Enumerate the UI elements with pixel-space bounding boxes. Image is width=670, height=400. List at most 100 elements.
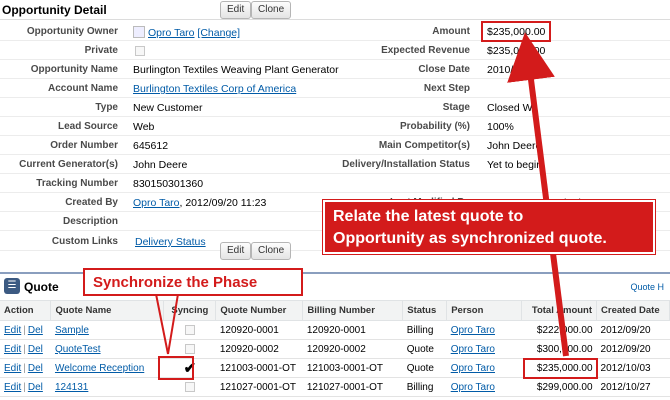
detail-row: Private Expected Revenue $235,000.00 (0, 41, 670, 60)
detail-row: Opportunity Owner Opro Taro [Change] Amoun… (0, 22, 670, 41)
detail-row: Tracking Number 830150301360 (0, 174, 670, 193)
field-value: Closed W (487, 102, 533, 114)
field-label: Opportunity Name (30, 64, 118, 75)
column-header[interactable]: Quote Number (215, 300, 304, 321)
action-separator: | (23, 362, 26, 374)
field-value: 645612 (133, 140, 169, 152)
created-date-cell: 2012/10/03 (596, 358, 670, 378)
created-by-link[interactable]: Opro Taro (133, 197, 180, 209)
person-cell: Opro Taro (446, 320, 522, 340)
column-header[interactable]: Quote Name (50, 300, 165, 321)
del-link[interactable]: Del (28, 363, 43, 374)
edit-link[interactable]: Edit (4, 363, 21, 374)
relate-callout: Relate the latest quote to Opportunity a… (323, 200, 655, 254)
person-cell: Opro Taro (446, 377, 522, 397)
quote-number-cell: 121027-0001-OT (215, 377, 303, 397)
field-label: Type (95, 102, 118, 113)
detail-row: Order Number 645612 Main Competitor(s) John… (0, 136, 670, 155)
delivery-status-link[interactable]: Delivery Status (135, 236, 206, 248)
field-label: Opportunity Owner (26, 26, 118, 37)
column-header[interactable]: Person (446, 300, 523, 321)
account-value: Burlington Textiles Corp of America (133, 83, 296, 95)
status-cell: Billing (402, 377, 447, 397)
field-label: Lead Source (57, 121, 118, 132)
sync-phase-callout: Synchronize the Phase (83, 268, 303, 296)
edit-link[interactable]: Edit (4, 382, 21, 393)
del-link[interactable]: Del (28, 344, 43, 355)
edit-button[interactable]: Edit (220, 1, 252, 19)
page-title: Opportunity Detail (2, 3, 107, 17)
table-row: Edit | Del 124131 121027-0001-OT 121027-0001-… (0, 377, 670, 397)
field-label: Custom Links (51, 236, 118, 247)
created-date-cell: 2012/09/20 (596, 320, 670, 340)
relate-callout-line1: Relate the latest quote to (333, 208, 524, 225)
action-separator: | (23, 343, 26, 355)
detail-row: Account Name Burlington Textiles Corp of … (0, 79, 670, 98)
field-label: Main Competitor(s) (378, 140, 470, 151)
action-separator: | (23, 381, 26, 393)
clone-button[interactable]: Clone (251, 1, 292, 19)
quote-name-cell: QuoteTest (50, 339, 164, 359)
column-header[interactable]: Created Date (596, 300, 670, 321)
column-header[interactable]: Status (402, 300, 448, 321)
field-value: Web (133, 121, 155, 133)
quote-name-link[interactable]: QuoteTest (55, 344, 101, 355)
field-value: $235,000.00 (487, 45, 546, 57)
sync-checkbox (184, 324, 195, 335)
person-link[interactable]: Opro Taro (451, 363, 495, 374)
billing-number-cell: 121003-0001-OT (302, 358, 403, 378)
syncing-highlight (158, 356, 194, 380)
edit-link[interactable]: Edit (4, 325, 21, 336)
person-link[interactable]: Opro Taro (451, 325, 495, 336)
clone-button-bottom[interactable]: Clone (251, 242, 292, 260)
sync-checkbox (184, 381, 195, 392)
status-cell: Billing (402, 320, 447, 340)
billing-number-cell: 120920-0002 (302, 339, 403, 359)
table-row: Edit | Del QuoteTest 120920-0002 120920-0002 Q… (0, 339, 670, 359)
quote-icon: ☰ (4, 278, 20, 294)
quote-number-cell: 120920-0001 (215, 320, 303, 340)
detail-header: Opportunity Detail Edit Clone (0, 0, 670, 20)
quote-help-link[interactable]: Quote H (630, 282, 664, 292)
quote-name-link[interactable]: 124131 (55, 382, 88, 393)
owner-value: Opro Taro [Change] (133, 26, 240, 39)
row-actions: Edit | Del (0, 358, 51, 378)
syncing-cell (163, 320, 216, 340)
change-owner-link[interactable]: [Change] (197, 27, 240, 39)
total-highlight (523, 358, 598, 379)
user-icon (133, 26, 145, 38)
del-link[interactable]: Del (28, 382, 43, 393)
billing-number-cell: 120920-0001 (302, 320, 403, 340)
quote-name-link[interactable]: Sample (55, 325, 89, 336)
private-checkbox (135, 46, 145, 56)
column-header[interactable]: Syncing (163, 300, 217, 321)
owner-link[interactable]: Opro Taro (148, 27, 195, 39)
edit-link[interactable]: Edit (4, 344, 21, 355)
field-value: John Deere (487, 140, 542, 152)
column-header[interactable]: Action (0, 300, 52, 321)
quote-name-link[interactable]: Welcome Reception (55, 363, 144, 374)
column-header[interactable]: Total Amount (521, 300, 598, 321)
account-link[interactable]: Burlington Textiles Corp of America (133, 83, 296, 95)
detail-row: Type New Customer Stage Closed W (0, 98, 670, 117)
column-header[interactable]: Billing Number (302, 300, 404, 321)
field-label: Close Date (418, 64, 470, 75)
del-link[interactable]: Del (28, 325, 43, 336)
person-link[interactable]: Opro Taro (451, 382, 495, 393)
table-row: Edit | Del Sample 120920-0001 120920-0001 Bill… (0, 320, 670, 340)
field-value: Yet to begin (487, 159, 543, 171)
field-label: Description (62, 216, 118, 227)
status-cell: Quote (402, 339, 447, 359)
field-label: Stage (442, 102, 470, 113)
field-label: Tracking Number (36, 178, 118, 189)
quote-name-cell: Welcome Reception (50, 358, 164, 378)
quote-name-cell: Sample (50, 320, 164, 340)
field-label: Order Number (50, 140, 118, 151)
quote-title: Quote (24, 280, 59, 294)
created-date-cell: 2012/09/20 (596, 339, 670, 359)
field-label: Next Step (423, 83, 470, 94)
quote-name-cell: 124131 (50, 377, 164, 397)
field-label: Created By (65, 197, 118, 208)
person-link[interactable]: Opro Taro (451, 344, 495, 355)
edit-button-bottom[interactable]: Edit (220, 242, 252, 260)
